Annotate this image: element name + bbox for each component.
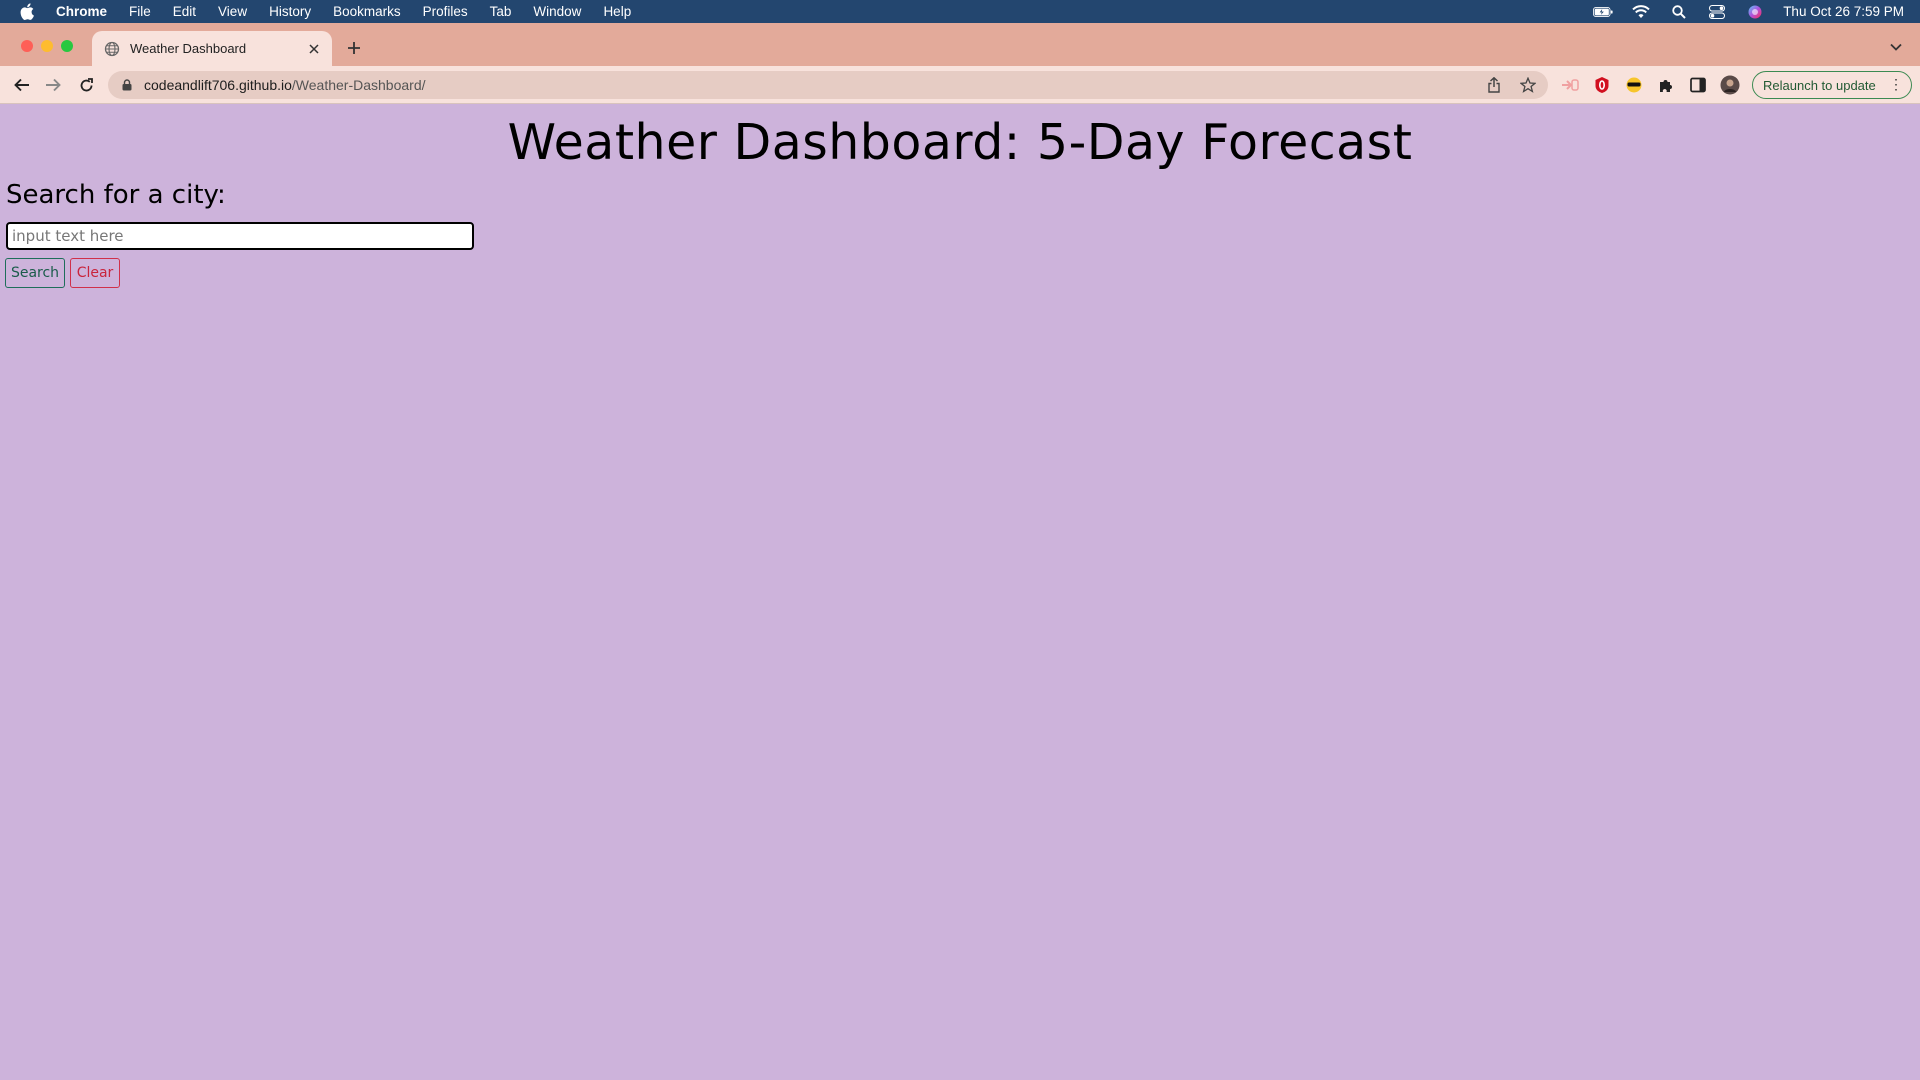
menubar-status-area: Thu Oct 26 7:59 PM [1593,0,1904,23]
menu-view[interactable]: View [218,4,247,19]
window-close-button[interactable] [21,40,33,52]
tab-weather-dashboard[interactable]: Weather Dashboard [92,31,332,66]
profile-avatar[interactable] [1720,75,1740,95]
extension-icons [1560,75,1740,95]
menu-tab[interactable]: Tab [490,4,512,19]
page-title: Weather Dashboard: 5-Day Forecast [507,114,1413,171]
menu-app-chrome[interactable]: Chrome [56,4,107,19]
macos-menu-bar: Chrome File Edit View History Bookmarks … [0,0,1920,23]
extension-arrow-icon[interactable] [1560,75,1580,95]
forward-arrow-icon[interactable] [41,73,65,97]
tab-strip: Weather Dashboard [0,23,1920,66]
relaunch-label: Relaunch to update [1763,77,1876,93]
adblock-extension-icon[interactable] [1592,75,1612,95]
spotlight-icon[interactable] [1669,4,1689,20]
puzzle-extensions-icon[interactable] [1656,75,1676,95]
siri-icon[interactable] [1745,4,1765,20]
side-panel-icon[interactable] [1688,75,1708,95]
reload-icon[interactable] [74,73,98,97]
relaunch-to-update-button[interactable]: Relaunch to update ⋮ [1752,71,1912,99]
menu-window[interactable]: Window [533,4,581,19]
omnibox-actions [1484,75,1538,95]
lock-icon[interactable] [120,78,134,92]
city-search-input[interactable] [6,222,474,250]
close-icon[interactable] [304,39,324,59]
menu-edit[interactable]: Edit [173,4,196,19]
tab-title: Weather Dashboard [130,41,247,56]
back-arrow-icon[interactable] [10,73,34,97]
menu-help[interactable]: Help [603,4,631,19]
browser-toolbar: codeandlift706.github.io/Weather-Dashboa… [0,66,1920,104]
sunglasses-extension-icon[interactable] [1624,75,1644,95]
more-menu-icon[interactable]: ⋮ [1889,76,1903,93]
control-center-icon[interactable] [1707,4,1727,20]
search-label: Search for a city: [6,180,226,210]
menu-bookmarks[interactable]: Bookmarks [333,4,401,19]
menu-file[interactable]: File [129,4,151,19]
url-host: codeandlift706.github.io [144,77,292,93]
url-path: /Weather-Dashboard/ [291,77,426,93]
globe-icon [104,41,120,57]
window-zoom-button[interactable] [61,40,73,52]
window-minimize-button[interactable] [41,40,53,52]
address-bar[interactable]: codeandlift706.github.io/Weather-Dashboa… [108,71,1548,99]
menu-profiles[interactable]: Profiles [423,4,468,19]
wifi-icon[interactable] [1631,4,1651,20]
search-button[interactable]: Search [5,258,65,288]
chevron-down-icon[interactable] [1886,37,1906,57]
apple-menu-icon[interactable] [18,3,36,21]
new-tab-button[interactable] [343,37,365,59]
clear-button[interactable]: Clear [70,258,120,288]
bookmark-star-icon[interactable] [1518,75,1538,95]
share-icon[interactable] [1484,75,1504,95]
menubar-clock[interactable]: Thu Oct 26 7:59 PM [1783,4,1904,19]
page-content: Weather Dashboard: 5-Day Forecast Search… [0,104,1920,1080]
battery-icon[interactable] [1593,4,1613,20]
menu-history[interactable]: History [269,4,311,19]
